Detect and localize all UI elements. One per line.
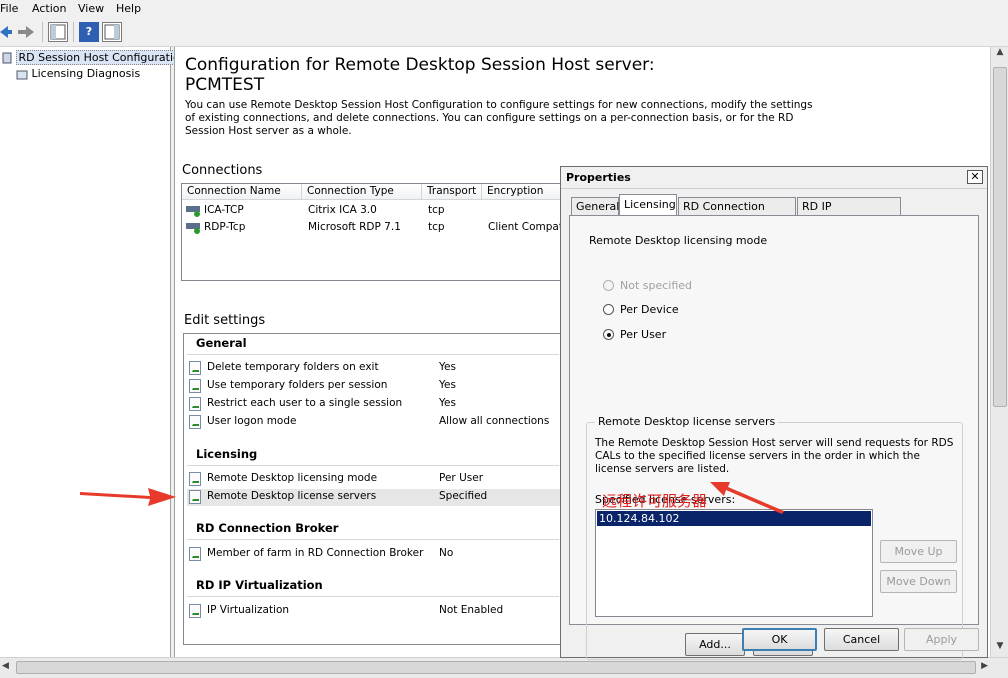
- edit-settings-panel: General Delete temporary folders on exit…: [183, 333, 563, 645]
- tree-root[interactable]: RD Session Host Configuration:: [2, 50, 194, 65]
- setting-delete-temp-folders[interactable]: Delete temporary folders on exit Yes: [187, 360, 562, 377]
- connections-heading: Connections: [182, 163, 263, 178]
- page-title: Configuration for Remote Desktop Session…: [185, 55, 655, 75]
- tab-general[interactable]: General: [571, 197, 619, 215]
- setting-restrict-single-session[interactable]: Restrict each user to a single session Ye…: [187, 396, 562, 413]
- scroll-left-icon[interactable]: ◀: [2, 661, 9, 671]
- scroll-thumb[interactable]: [993, 67, 1007, 407]
- server-icon: [2, 52, 12, 64]
- setting-broker-farm[interactable]: Member of farm in RD Connection Broker No: [187, 546, 562, 563]
- page-description: You can use Remote Desktop Session Host …: [185, 99, 813, 137]
- menu-help[interactable]: Help: [116, 2, 141, 15]
- license-servers-description: The Remote Desktop Session Host server w…: [595, 437, 954, 475]
- dialog-titlebar[interactable]: Properties ✕: [561, 167, 987, 189]
- license-servers-group: Remote Desktop license servers The Remot…: [586, 415, 963, 660]
- setting-use-temp-folders[interactable]: Use temporary folders per session Yes: [187, 378, 562, 395]
- licensing-tab-panel: Remote Desktop licensing mode Not specif…: [569, 215, 979, 660]
- licensing-mode-label: Remote Desktop licensing mode: [589, 234, 768, 247]
- vertical-scrollbar[interactable]: ▲ ▼: [990, 47, 1008, 657]
- horizontal-scrollbar[interactable]: ◀ ▶: [0, 657, 1008, 678]
- tree-item-label: Licensing Diagnosis: [31, 67, 141, 80]
- server-name: PCMTEST: [185, 75, 265, 95]
- move-up-button[interactable]: Move Up: [880, 540, 957, 563]
- col-connection-name[interactable]: Connection Name: [182, 184, 302, 200]
- tab-rd-connection-broker[interactable]: RD Connection Broker: [678, 197, 796, 230]
- red-arrow-annotation-dialog: [710, 482, 784, 514]
- help-icon[interactable]: ?: [79, 22, 99, 42]
- row-name: RDP-Tcp: [204, 221, 246, 233]
- navigation-tree: RD Session Host Configuration: Licensing…: [0, 47, 194, 657]
- setting-icon: [189, 604, 201, 618]
- properties-dialog: Properties ✕ General Licensing RD Connec…: [560, 166, 988, 660]
- group-title-general: General: [196, 336, 247, 350]
- setting-icon: [189, 397, 201, 411]
- menu-bar: File Action View Help: [0, 0, 1008, 18]
- tree-item-licensing-diagnosis[interactable]: Licensing Diagnosis: [16, 67, 140, 80]
- col-transport[interactable]: Transport: [422, 184, 482, 200]
- connection-icon: [186, 206, 200, 217]
- cancel-button[interactable]: Cancel: [824, 628, 899, 651]
- ok-button[interactable]: OK: [742, 628, 817, 651]
- red-arrow-annotation: [80, 488, 176, 506]
- connections-list[interactable]: Connection Name Connection Type Transpor…: [181, 183, 563, 281]
- setting-icon: [189, 379, 201, 393]
- close-icon[interactable]: ✕: [967, 170, 983, 184]
- menu-file[interactable]: File: [0, 2, 18, 15]
- scroll-down-icon[interactable]: ▼: [993, 641, 1007, 657]
- setting-license-servers[interactable]: Remote Desktop license servers Specified: [187, 489, 562, 506]
- add-button[interactable]: Add...: [685, 633, 745, 656]
- license-servers-list[interactable]: 10.124.84.102: [595, 509, 873, 617]
- scroll-up-icon[interactable]: ▲: [993, 47, 1007, 63]
- row-transport: tcp: [428, 204, 445, 216]
- row-type: Citrix ICA 3.0: [308, 204, 377, 216]
- row-transport: tcp: [428, 221, 445, 233]
- dialog-title: Properties: [566, 171, 631, 184]
- tab-rd-ip-virtualization[interactable]: RD IP Virtualization: [797, 197, 901, 230]
- setting-user-logon-mode[interactable]: User logon mode Allow all connections: [187, 414, 562, 431]
- toolbar: ?: [0, 18, 1008, 47]
- move-down-button[interactable]: Move Down: [880, 570, 957, 593]
- menu-action[interactable]: Action: [32, 2, 66, 15]
- group-title-broker: RD Connection Broker: [196, 521, 339, 535]
- setting-licensing-mode[interactable]: Remote Desktop licensing mode Per User: [187, 471, 562, 488]
- col-connection-type[interactable]: Connection Type: [302, 184, 422, 200]
- hscroll-thumb[interactable]: [16, 661, 976, 674]
- radio-button[interactable]: [603, 304, 614, 315]
- row-name: ICA-TCP: [204, 204, 244, 216]
- setting-icon: [189, 361, 201, 375]
- setting-icon: [189, 415, 201, 429]
- annotation-text: 远程许可服务器: [602, 492, 708, 510]
- diagnosis-icon: [16, 70, 28, 80]
- setting-icon: [189, 547, 201, 561]
- tab-licensing[interactable]: Licensing: [619, 194, 677, 216]
- group-title-licensing: Licensing: [196, 447, 258, 461]
- menu-view[interactable]: View: [78, 2, 104, 15]
- radio-button[interactable]: [603, 280, 614, 291]
- edit-settings-heading: Edit settings: [184, 313, 266, 328]
- group-title-ip-virtualization: RD IP Virtualization: [196, 578, 323, 592]
- setting-icon: [189, 472, 201, 486]
- show-hide-tree-icon[interactable]: [48, 22, 68, 42]
- forward-icon[interactable]: [16, 22, 36, 42]
- radio-button[interactable]: [603, 329, 614, 340]
- col-encryption[interactable]: Encryption: [482, 184, 562, 200]
- license-servers-group-title: Remote Desktop license servers: [595, 415, 779, 428]
- connection-icon: [186, 223, 200, 234]
- row-encryption: Client Compatib: [488, 221, 563, 233]
- apply-button[interactable]: Apply: [904, 628, 979, 651]
- setting-icon: [189, 490, 201, 504]
- scroll-right-icon[interactable]: ▶: [981, 661, 988, 671]
- show-hide-action-pane-icon[interactable]: [102, 22, 122, 42]
- tree-root-label: RD Session Host Configuration:: [15, 50, 194, 65]
- row-type: Microsoft RDP 7.1: [308, 221, 401, 233]
- setting-ip-virtualization[interactable]: IP Virtualization Not Enabled: [187, 603, 562, 620]
